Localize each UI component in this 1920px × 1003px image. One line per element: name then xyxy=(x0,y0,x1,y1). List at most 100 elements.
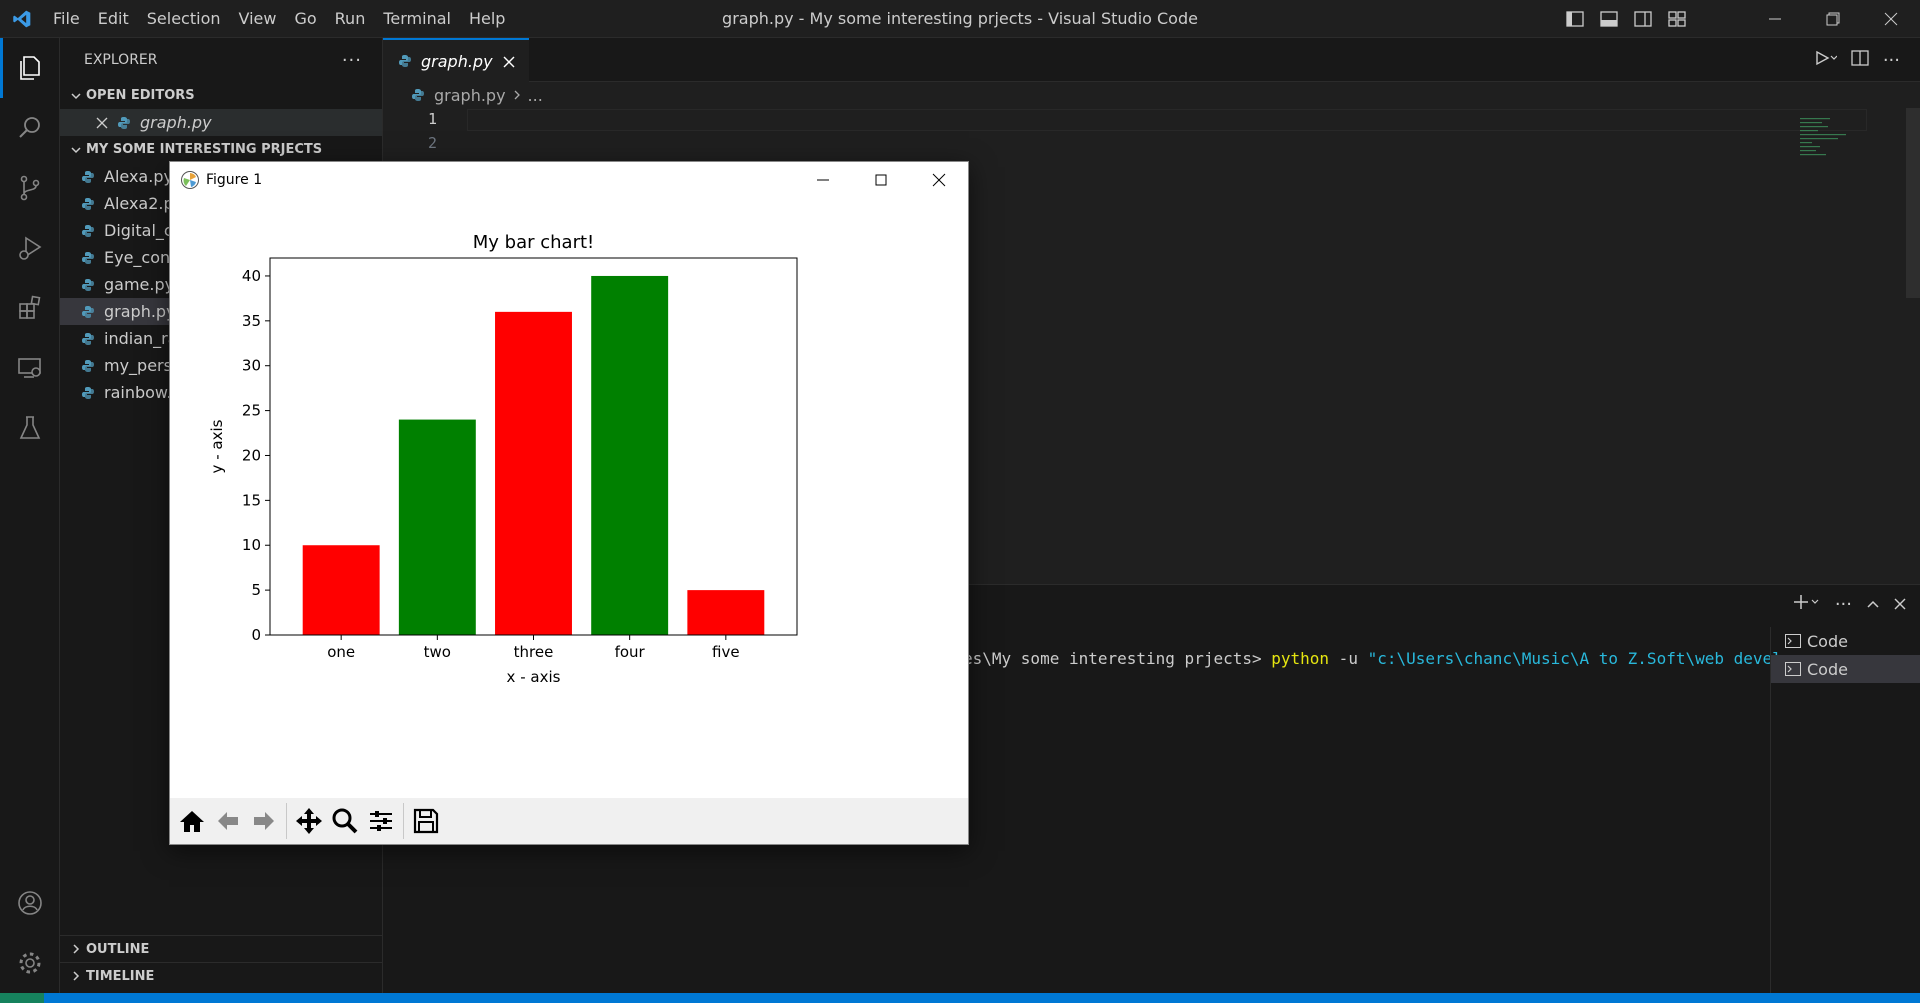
editor-actions: ··· xyxy=(1815,38,1900,82)
maximize-panel-icon[interactable] xyxy=(1866,595,1880,614)
manage-gear-icon[interactable] xyxy=(0,933,60,993)
remote-explorer-icon[interactable] xyxy=(0,338,60,398)
bar-three xyxy=(495,311,572,635)
pan-icon[interactable] xyxy=(291,803,327,839)
more-actions-icon[interactable]: ··· xyxy=(1835,594,1852,615)
menu-run[interactable]: Run xyxy=(326,0,375,38)
maximize-icon[interactable] xyxy=(852,162,910,198)
figure-toolbar xyxy=(170,798,968,844)
bar-four xyxy=(591,275,669,635)
tab-close-icon[interactable] xyxy=(499,52,519,72)
editor-scrollbar[interactable] xyxy=(1906,108,1920,298)
more-actions-icon[interactable]: ··· xyxy=(1883,50,1900,71)
python-file-icon xyxy=(80,331,96,347)
figure-title-bar: Figure 1 xyxy=(170,162,968,198)
bar-chart: 0 5 10 15 20 25 30 35 40 one two three four five My ba… xyxy=(208,232,798,686)
menu-selection[interactable]: Selection xyxy=(138,0,230,38)
y-tick-label: 30 xyxy=(242,357,261,375)
title-bar: File Edit Selection View Go Run Terminal… xyxy=(0,0,1920,38)
folder-section[interactable]: MY SOME INTERESTING PRJECTS xyxy=(60,136,382,163)
configure-subplots-icon[interactable] xyxy=(363,803,399,839)
forward-icon[interactable] xyxy=(246,803,282,839)
restore-icon[interactable] xyxy=(1804,0,1862,38)
terminal-prompt: es\My some interesting prjects> xyxy=(963,649,1272,668)
menu-terminal[interactable]: Terminal xyxy=(374,0,460,38)
open-editors-section[interactable]: OPEN EDITORS xyxy=(60,82,382,109)
file-label: indian_ra xyxy=(104,329,178,348)
menu-file[interactable]: File xyxy=(44,0,89,38)
minimize-icon[interactable] xyxy=(794,162,852,198)
bar-five xyxy=(687,590,765,635)
terminal-instance-list: Code Code xyxy=(1770,627,1920,994)
close-panel-icon[interactable] xyxy=(1894,595,1906,614)
testing-icon[interactable] xyxy=(0,398,60,458)
y-tick-label: 0 xyxy=(251,626,261,644)
split-editor-icon[interactable] xyxy=(1851,50,1869,70)
y-tick-label: 25 xyxy=(242,402,261,420)
customize-layout-icon[interactable] xyxy=(1664,6,1690,32)
toggle-primary-sidebar-icon[interactable] xyxy=(1562,6,1588,32)
python-file-icon xyxy=(80,385,96,401)
run-python-file-icon[interactable] xyxy=(1815,50,1838,70)
x-axis-label: x - axis xyxy=(507,668,561,686)
terminal-flag: -u xyxy=(1329,649,1368,668)
extensions-icon[interactable] xyxy=(0,278,60,338)
breadcrumb-symbol[interactable]: ... xyxy=(528,86,543,105)
open-editor-filename: graph.py xyxy=(140,113,212,132)
chevron-right-icon xyxy=(66,970,86,982)
remote-indicator[interactable] xyxy=(0,993,44,1003)
minimize-icon[interactable] xyxy=(1746,0,1804,38)
terminal-command: python xyxy=(1271,649,1330,668)
close-editor-icon[interactable] xyxy=(92,117,112,129)
chevron-down-icon xyxy=(66,90,86,102)
accounts-icon[interactable] xyxy=(0,873,60,933)
close-icon[interactable] xyxy=(910,162,968,198)
toggle-secondary-sidebar-icon[interactable] xyxy=(1630,6,1656,32)
menu-view[interactable]: View xyxy=(230,0,286,38)
more-actions-icon[interactable]: ··· xyxy=(342,50,362,71)
outline-section[interactable]: OUTLINE xyxy=(60,935,382,962)
status-bar xyxy=(0,993,1920,1003)
back-icon[interactable] xyxy=(210,803,246,839)
panel-actions: ··· xyxy=(1793,591,1906,617)
figure-window-controls xyxy=(794,162,968,198)
open-editor-item[interactable]: graph.py xyxy=(60,109,382,136)
menu-help[interactable]: Help xyxy=(460,0,514,38)
terminal-path-arg: "c:\Users\chanc\Music\A to Z.Soft\web de… xyxy=(1367,649,1792,668)
tab-label: graph.py xyxy=(421,51,493,71)
toggle-panel-icon[interactable] xyxy=(1596,6,1622,32)
search-icon[interactable] xyxy=(0,98,60,158)
terminal-output-line[interactable]: es\My some interesting prjects> python -… xyxy=(963,649,1791,668)
new-terminal-icon[interactable] xyxy=(1793,594,1821,614)
breadcrumb-file[interactable]: graph.py xyxy=(434,86,506,105)
x-tick-label: one xyxy=(327,643,355,661)
menu-go[interactable]: Go xyxy=(285,0,325,38)
menu-edit[interactable]: Edit xyxy=(89,0,138,38)
zoom-icon[interactable] xyxy=(327,803,363,839)
figure-window: Figure 1 0 5 10 15 20 25 30 35 40 one two three four… xyxy=(169,161,969,845)
python-file-icon xyxy=(80,250,96,266)
files-icon[interactable] xyxy=(0,38,60,98)
terminal-instance[interactable]: Code xyxy=(1771,627,1920,655)
minimap[interactable] xyxy=(1800,114,1860,164)
y-tick-label: 15 xyxy=(242,491,261,509)
chevron-right-icon xyxy=(66,943,86,955)
source-control-icon[interactable] xyxy=(0,158,60,218)
python-file-icon xyxy=(116,115,132,131)
timeline-section[interactable]: TIMELINE xyxy=(60,962,382,989)
close-icon[interactable] xyxy=(1862,0,1920,38)
y-tick-label: 10 xyxy=(242,536,261,554)
plot-canvas[interactable]: 0 5 10 15 20 25 30 35 40 one two three four five My ba… xyxy=(170,198,968,798)
home-icon[interactable] xyxy=(174,803,210,839)
tab-graph-py[interactable]: graph.py xyxy=(383,38,529,82)
toolbar-separator xyxy=(286,803,287,839)
python-file-icon xyxy=(397,53,413,69)
chevron-right-icon xyxy=(512,89,522,101)
terminal-instance[interactable]: Code xyxy=(1771,655,1920,683)
save-icon[interactable] xyxy=(408,803,444,839)
explorer-header: EXPLORER ··· xyxy=(60,38,382,82)
toolbar-separator xyxy=(403,803,404,839)
run-debug-icon[interactable] xyxy=(0,218,60,278)
x-tick-label: two xyxy=(424,643,451,661)
y-tick-label: 20 xyxy=(242,446,261,464)
